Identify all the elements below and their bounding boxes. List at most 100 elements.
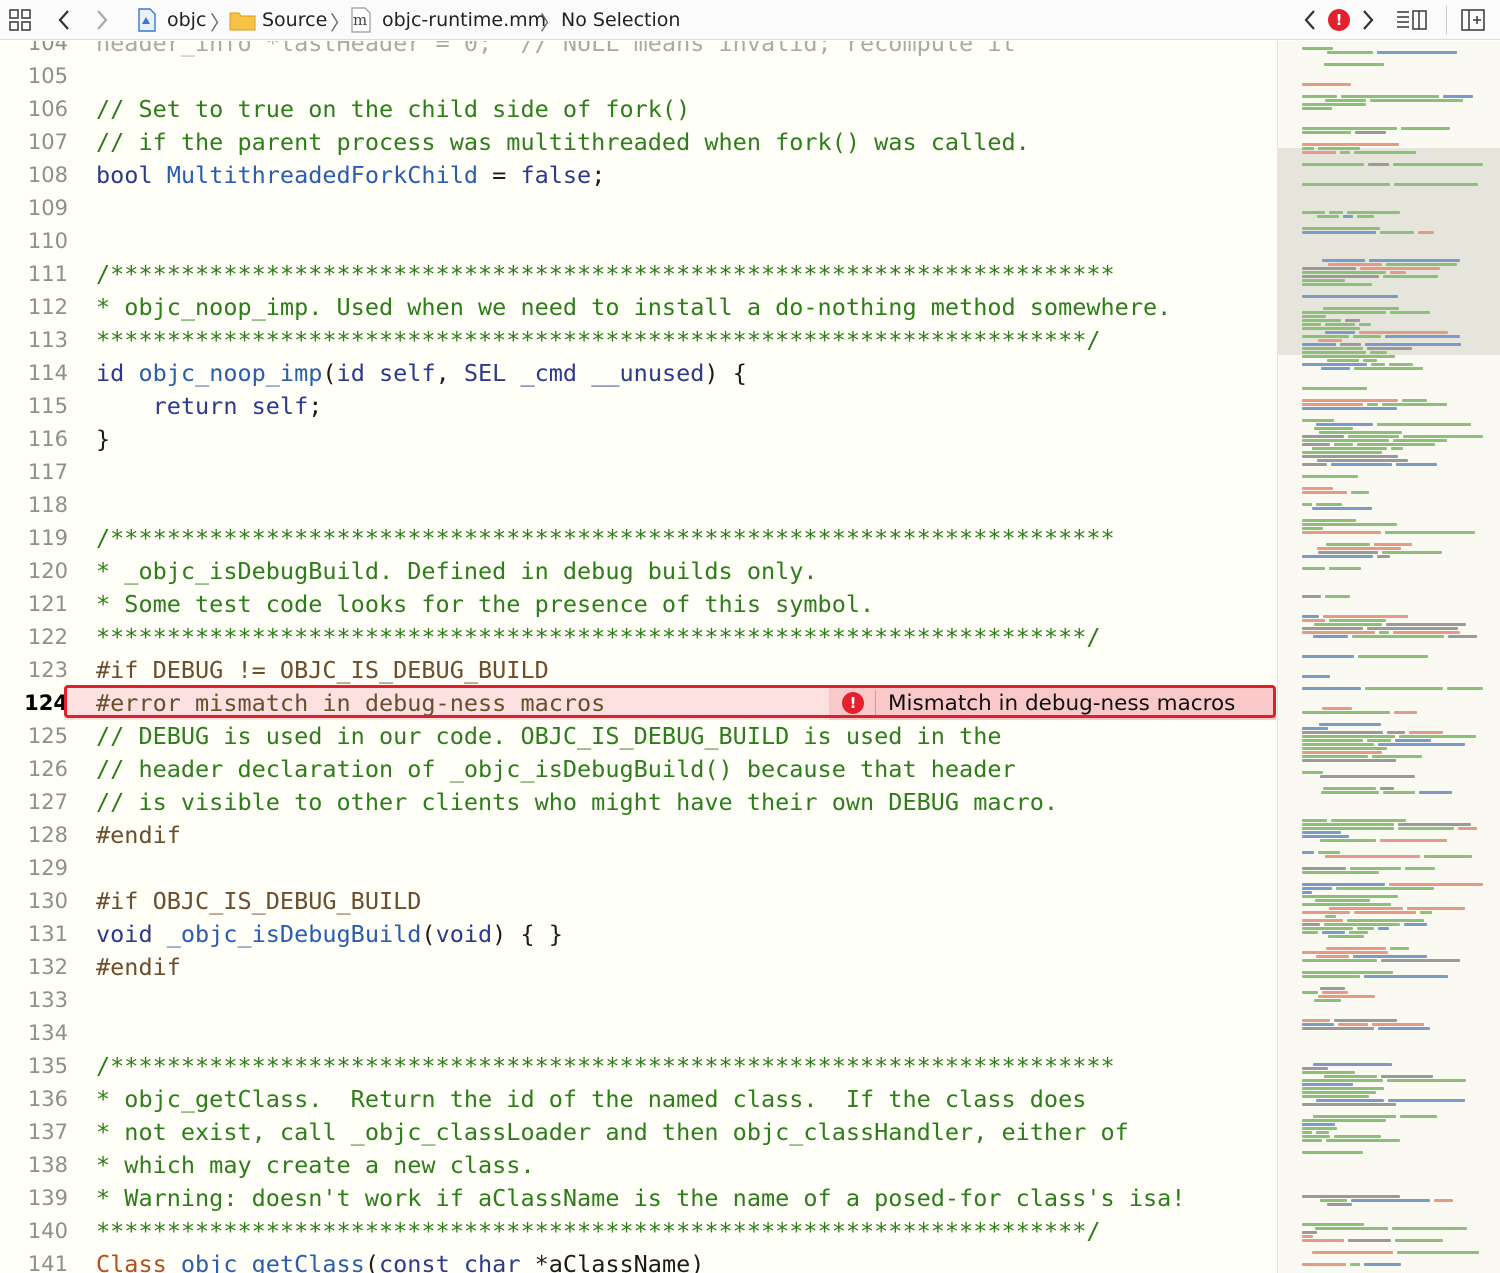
line-number[interactable]: 136 bbox=[0, 1083, 68, 1116]
code-line[interactable]: 136 * objc_getClass. Return the id of the… bbox=[0, 1083, 1277, 1116]
code-line[interactable]: 109 bbox=[0, 192, 1277, 225]
code-line[interactable]: 127 // is visible to other clients who mi… bbox=[0, 786, 1277, 819]
breadcrumb-symbol[interactable]: No Selection bbox=[561, 7, 680, 33]
line-number[interactable]: 128 bbox=[0, 819, 68, 852]
code-text[interactable]: #error mismatch in debug-ness macros bbox=[96, 687, 605, 720]
line-number[interactable]: 126 bbox=[0, 753, 68, 786]
line-number[interactable]: 133 bbox=[0, 984, 68, 1017]
next-issue-icon[interactable] bbox=[1356, 5, 1380, 35]
code-line[interactable]: 133 bbox=[0, 984, 1277, 1017]
code-line[interactable]: 124 #error mismatch in debug-ness macros!… bbox=[0, 687, 1277, 720]
code-line[interactable]: 131 void _objc_isDebugBuild(void) { } bbox=[0, 918, 1277, 951]
code-text[interactable]: ****************************************… bbox=[96, 1215, 1101, 1248]
line-number[interactable]: 108 bbox=[0, 159, 68, 192]
code-line[interactable]: 114 id objc_noop_imp(id self, SEL _cmd __… bbox=[0, 357, 1277, 390]
line-number[interactable]: 115 bbox=[0, 390, 68, 423]
line-number[interactable]: 117 bbox=[0, 456, 68, 489]
line-number[interactable]: 105 bbox=[0, 60, 68, 93]
code-line[interactable]: 113 *************************************… bbox=[0, 324, 1277, 357]
code-text[interactable]: } bbox=[96, 423, 110, 456]
code-text[interactable]: // is visible to other clients who might… bbox=[96, 786, 1058, 819]
code-line[interactable]: 123 #if DEBUG != OBJC_IS_DEBUG_BUILD bbox=[0, 654, 1277, 687]
code-text[interactable]: // header declaration of _objc_isDebugBu… bbox=[96, 753, 1016, 786]
breadcrumb-folder[interactable]: Source bbox=[262, 7, 327, 33]
code-text[interactable]: // Set to true on the child side of fork… bbox=[96, 93, 690, 126]
line-number[interactable]: 134 bbox=[0, 1017, 68, 1050]
line-number[interactable]: 125 bbox=[0, 720, 68, 753]
code-text[interactable]: id objc_noop_imp(id self, SEL _cmd __unu… bbox=[96, 357, 747, 390]
line-number[interactable]: 118 bbox=[0, 489, 68, 522]
line-number[interactable]: 124 bbox=[0, 687, 68, 720]
code-line[interactable]: 137 * not exist, call _objc_classLoader a… bbox=[0, 1116, 1277, 1149]
code-line[interactable]: 119 /************************************… bbox=[0, 522, 1277, 555]
code-line[interactable]: 129 bbox=[0, 852, 1277, 885]
code-text[interactable]: * objc_noop_imp. Used when we need to in… bbox=[96, 291, 1171, 324]
error-message[interactable]: Mismatch in debug-ness macros bbox=[888, 687, 1235, 720]
code-text[interactable]: bool MultithreadedForkChild = false; bbox=[96, 159, 605, 192]
line-number[interactable]: 121 bbox=[0, 588, 68, 621]
line-number[interactable]: 122 bbox=[0, 621, 68, 654]
code-line[interactable]: 125 // DEBUG is used in our code. OBJC_IS… bbox=[0, 720, 1277, 753]
line-number[interactable]: 113 bbox=[0, 324, 68, 357]
line-number[interactable]: 112 bbox=[0, 291, 68, 324]
code-text[interactable]: ****************************************… bbox=[96, 621, 1101, 654]
code-line[interactable]: 138 * which may create a new class. bbox=[0, 1149, 1277, 1182]
code-line[interactable]: 140 *************************************… bbox=[0, 1215, 1277, 1248]
related-items-grid-icon[interactable] bbox=[6, 5, 34, 35]
code-line[interactable]: 126 // header declaration of _objc_isDebu… bbox=[0, 753, 1277, 786]
error-icon[interactable]: ! bbox=[842, 692, 864, 714]
line-number[interactable]: 130 bbox=[0, 885, 68, 918]
line-number[interactable]: 114 bbox=[0, 357, 68, 390]
code-text[interactable]: * objc_getClass. Return the id of the na… bbox=[96, 1083, 1086, 1116]
code-line[interactable]: 106 // Set to true on the child side of f… bbox=[0, 93, 1277, 126]
line-number[interactable]: 132 bbox=[0, 951, 68, 984]
line-number[interactable]: 137 bbox=[0, 1116, 68, 1149]
code-line[interactable]: 117 bbox=[0, 456, 1277, 489]
forward-arrow-icon[interactable] bbox=[90, 5, 114, 35]
code-text[interactable]: #endif bbox=[96, 819, 181, 852]
line-number[interactable]: 131 bbox=[0, 918, 68, 951]
code-text[interactable]: /***************************************… bbox=[96, 258, 1115, 291]
minimap[interactable] bbox=[1277, 41, 1500, 1273]
code-line[interactable]: 132 #endif bbox=[0, 951, 1277, 984]
code-line[interactable]: 111 /************************************… bbox=[0, 258, 1277, 291]
breadcrumb-file[interactable]: objc-runtime.mm bbox=[382, 7, 546, 33]
line-number[interactable]: 107 bbox=[0, 126, 68, 159]
code-line[interactable]: 135 /************************************… bbox=[0, 1050, 1277, 1083]
code-line[interactable]: 141 Class objc_getClass(const char *aClas… bbox=[0, 1248, 1277, 1273]
line-number[interactable]: 127 bbox=[0, 786, 68, 819]
code-text[interactable]: ****************************************… bbox=[96, 324, 1101, 357]
code-line[interactable]: 105 bbox=[0, 60, 1277, 93]
error-issue-icon[interactable]: ! bbox=[1326, 5, 1352, 35]
code-text[interactable]: Class objc_getClass(const char *aClassNa… bbox=[96, 1248, 704, 1273]
code-text[interactable]: header_info *lastHeader = 0; // NULL mea… bbox=[96, 41, 1016, 60]
breadcrumb-project[interactable]: objc bbox=[167, 7, 206, 33]
code-text[interactable]: * not exist, call _objc_classLoader and … bbox=[96, 1116, 1129, 1149]
line-number[interactable]: 109 bbox=[0, 192, 68, 225]
line-number[interactable]: 106 bbox=[0, 93, 68, 126]
folder-icon[interactable] bbox=[228, 5, 256, 35]
code-line[interactable]: 107 // if the parent process was multithr… bbox=[0, 126, 1277, 159]
code-line[interactable]: 118 bbox=[0, 489, 1277, 522]
line-number[interactable]: 141 bbox=[0, 1248, 68, 1273]
code-line[interactable]: 104 header_info *lastHeader = 0; // NULL … bbox=[0, 41, 1277, 60]
project-icon[interactable] bbox=[134, 5, 160, 35]
code-line[interactable]: 115 return self; bbox=[0, 390, 1277, 423]
code-text[interactable]: * _objc_isDebugBuild. Defined in debug b… bbox=[96, 555, 818, 588]
code-text[interactable]: * which may create a new class. bbox=[96, 1149, 535, 1182]
code-text[interactable]: void _objc_isDebugBuild(void) { } bbox=[96, 918, 563, 951]
code-line[interactable]: 120 * _objc_isDebugBuild. Defined in debu… bbox=[0, 555, 1277, 588]
code-text[interactable]: return self; bbox=[96, 390, 323, 423]
code-text[interactable]: // if the parent process was multithread… bbox=[96, 126, 1030, 159]
editor-options-icon[interactable] bbox=[1394, 5, 1430, 35]
code-line[interactable]: 130 #if OBJC_IS_DEBUG_BUILD bbox=[0, 885, 1277, 918]
line-number[interactable]: 123 bbox=[0, 654, 68, 687]
code-text[interactable]: #if DEBUG != OBJC_IS_DEBUG_BUILD bbox=[96, 654, 549, 687]
back-arrow-icon[interactable] bbox=[52, 5, 76, 35]
line-number[interactable]: 104 bbox=[0, 41, 68, 60]
code-line[interactable]: 116} bbox=[0, 423, 1277, 456]
code-line[interactable]: 108 bool MultithreadedForkChild = false; bbox=[0, 159, 1277, 192]
code-text[interactable]: #if OBJC_IS_DEBUG_BUILD bbox=[96, 885, 421, 918]
code-text[interactable]: // DEBUG is used in our code. OBJC_IS_DE… bbox=[96, 720, 1001, 753]
line-number[interactable]: 116 bbox=[0, 423, 68, 456]
